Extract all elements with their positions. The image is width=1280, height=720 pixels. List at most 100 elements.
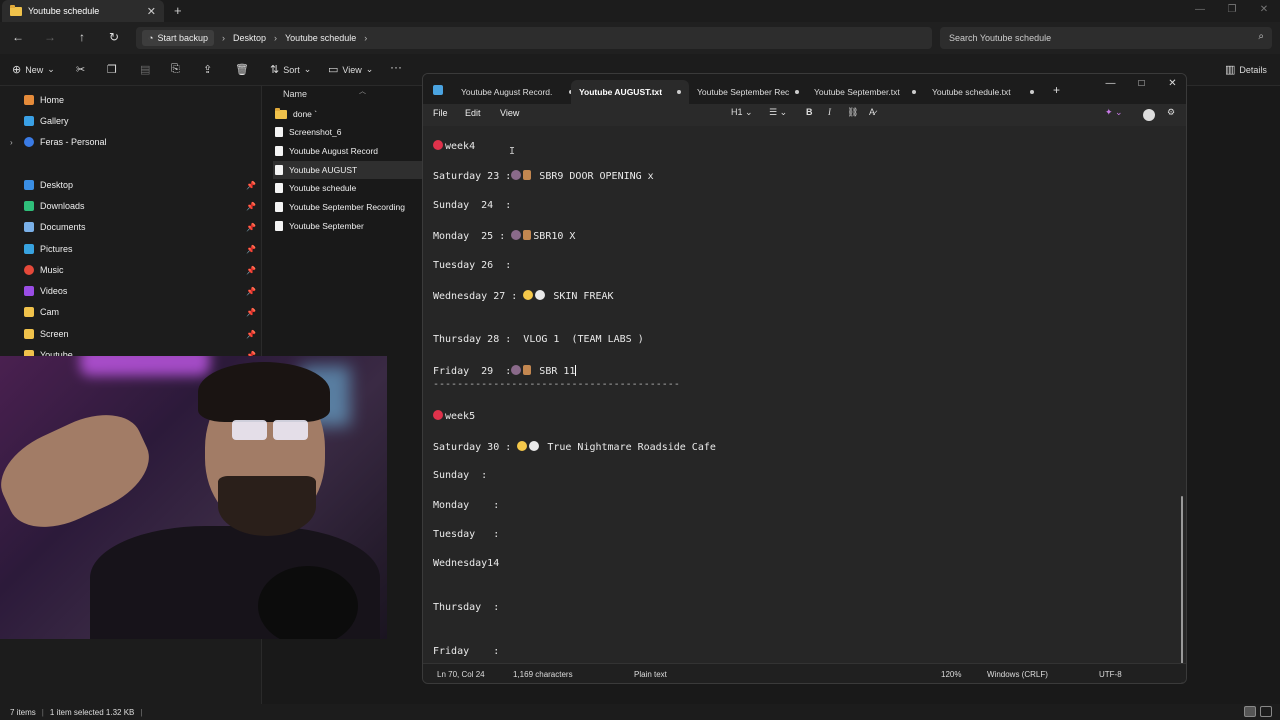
notepad-window: Youtube August Record. Youtube AUGUST.tx… — [422, 73, 1187, 684]
rename-icon: ⎘ — [171, 63, 180, 75]
close-button[interactable]: ✕ — [1157, 74, 1186, 94]
tab-youtube-schedule[interactable]: Youtube schedule.txt — [924, 80, 1042, 104]
rename-button[interactable]: ⎘ — [171, 63, 180, 76]
refresh-icon[interactable]: ↻ — [106, 30, 122, 44]
maximize-button[interactable]: ❐ — [1216, 0, 1248, 20]
settings-gear-icon[interactable]: ⚙ — [1167, 107, 1175, 118]
tiles-view-icon[interactable] — [1260, 706, 1272, 717]
editor-line: Sunday : — [433, 470, 487, 481]
menu-edit[interactable]: Edit — [465, 108, 481, 118]
forward-arrow-icon[interactable]: → — [42, 30, 58, 44]
details-view-icon[interactable] — [1244, 706, 1256, 717]
link-icon[interactable]: ⛓ — [847, 107, 858, 118]
maximize-button[interactable]: □ — [1126, 74, 1157, 94]
zoom-level[interactable]: 120% — [941, 670, 961, 679]
tab-youtube-september[interactable]: Youtube September.txt — [806, 80, 924, 104]
breadcrumb-desktop[interactable]: Desktop — [233, 33, 266, 43]
editor-line: Wednesday14 — [433, 558, 499, 569]
sidebar-item-videos[interactable]: Videos 📌 — [10, 282, 260, 300]
line-ending[interactable]: Windows (CRLF) — [987, 670, 1048, 679]
list-item[interactable]: Screenshot_6 — [273, 123, 423, 141]
list-item-selected[interactable]: Youtube AUGUST — [273, 161, 423, 179]
tab-youtube-august-record[interactable]: Youtube August Record. — [453, 80, 581, 104]
file-name: done ` — [293, 109, 318, 119]
text-editor[interactable]: I week4 Saturday 23 : SBR9 DOOR OPENING … — [423, 126, 1186, 683]
delete-button[interactable]: 🗑 — [235, 63, 249, 76]
list-item[interactable]: done ` — [273, 105, 423, 123]
tab-youtube-september-rec[interactable]: Youtube September Rec — [689, 80, 807, 104]
menu-file[interactable]: File — [433, 108, 448, 118]
list-item[interactable]: Youtube schedule — [273, 179, 423, 197]
list-item[interactable]: Youtube September Recording — [273, 198, 423, 216]
notepad-window-controls: — □ ✕ — [1095, 74, 1186, 94]
unsaved-dot-icon — [912, 90, 916, 94]
sidebar-item-downloads[interactable]: Downloads 📌 — [10, 197, 260, 215]
up-arrow-icon[interactable]: ↑ — [74, 30, 90, 44]
sidebar-item-desktop[interactable]: Desktop 📌 — [10, 176, 260, 194]
new-button[interactable]: ⊕ New ⌄ — [12, 63, 55, 76]
scream-emoji-icon — [523, 290, 534, 300]
list-item[interactable]: Youtube September — [273, 217, 423, 235]
list-item[interactable]: Youtube August Record — [273, 142, 423, 160]
file-name: Youtube August Record — [289, 146, 379, 156]
sidebar-item-home[interactable]: Home — [10, 91, 260, 109]
search-input[interactable]: Search Youtube schedule ⌕ — [940, 27, 1272, 49]
crystal-ball-emoji-icon — [511, 230, 522, 240]
editor-line: week4 — [433, 140, 475, 152]
sidebar-item-screen[interactable]: Screen 📌 — [10, 325, 260, 343]
copilot-icon[interactable]: ✦ ⌄ — [1105, 107, 1123, 118]
format-mode[interactable]: Plain text — [634, 670, 667, 679]
sidebar-item-pictures[interactable]: Pictures 📌 — [10, 240, 260, 258]
sidebar-item-cam[interactable]: Cam 📌 — [10, 303, 260, 321]
heading-dropdown[interactable]: H1 ⌄ — [731, 107, 753, 118]
details-button[interactable]: ▥ Details — [1225, 63, 1267, 76]
sidebar-item-documents[interactable]: Documents 📌 — [10, 218, 260, 236]
italic-button[interactable]: I — [828, 107, 831, 117]
folder-icon — [24, 307, 34, 317]
minimize-button[interactable]: — — [1184, 0, 1216, 20]
microphone — [258, 566, 358, 639]
paste-button[interactable]: ▤ — [140, 63, 150, 76]
scream-emoji-icon — [517, 441, 528, 451]
back-arrow-icon[interactable]: ← — [10, 30, 26, 44]
editor-line: Monday 25 : SBR10 X — [433, 230, 575, 242]
skull-emoji-icon — [529, 441, 540, 451]
close-tab-icon[interactable]: ✕ — [147, 5, 156, 18]
cut-button[interactable]: ✂ — [76, 63, 85, 76]
text-file-icon — [275, 146, 283, 156]
editor-line: Tuesday : — [433, 529, 499, 540]
view-button[interactable]: ▭ View ⌄ — [328, 63, 373, 76]
minimize-button[interactable]: — — [1095, 74, 1126, 94]
chevron-right-icon[interactable]: › — [10, 138, 18, 147]
bold-button[interactable]: B — [806, 107, 813, 117]
clear-formatting-icon[interactable]: A̷ — [869, 107, 875, 117]
vertical-scrollbar[interactable] — [1181, 496, 1183, 683]
column-header-name[interactable]: Name — [283, 89, 307, 99]
address-bar[interactable]: ◔ Start backup › Desktop › Youtube sched… — [136, 27, 932, 49]
start-backup-button[interactable]: ◔ Start backup — [142, 30, 214, 46]
menu-view[interactable]: View — [500, 108, 519, 118]
share-button[interactable]: ⇪ — [203, 63, 212, 76]
new-tab-button[interactable]: + — [174, 3, 182, 18]
clipboard-icon: ▤ — [140, 64, 151, 76]
notepad-status-bar: Ln 70, Col 24 1,169 characters Plain tex… — [423, 663, 1186, 683]
person-beard — [218, 476, 316, 536]
sidebar-item-music[interactable]: Music 📌 — [10, 261, 260, 279]
explorer-status-bar: 7 items | 1 item selected 1.32 KB | — [0, 704, 1280, 720]
explorer-titlebar: Youtube schedule ✕ + — ❐ ✕ — [0, 0, 1280, 22]
sidebar-item-onedrive[interactable]: › Feras - Personal — [10, 133, 260, 151]
copy-button[interactable]: ❐ — [107, 63, 117, 76]
explorer-tab[interactable]: Youtube schedule ✕ — [2, 0, 164, 22]
line-text: ----------------------------------------… — [433, 379, 680, 390]
sidebar-item-gallery[interactable]: Gallery — [10, 112, 260, 130]
sort-button[interactable]: ⇅ Sort ⌄ — [270, 63, 311, 76]
close-button[interactable]: ✕ — [1248, 0, 1280, 20]
encoding[interactable]: UTF-8 — [1099, 670, 1122, 679]
list-dropdown[interactable]: ☰ ⌄ — [769, 107, 787, 118]
tab-youtube-august[interactable]: Youtube AUGUST.txt — [571, 80, 689, 104]
search-placeholder: Search Youtube schedule — [949, 33, 1052, 43]
more-options-button[interactable]: ··· — [390, 60, 402, 74]
account-avatar[interactable] — [1143, 109, 1155, 121]
breadcrumb-youtube-schedule[interactable]: Youtube schedule — [285, 33, 356, 43]
new-tab-button[interactable]: + — [1053, 83, 1060, 97]
